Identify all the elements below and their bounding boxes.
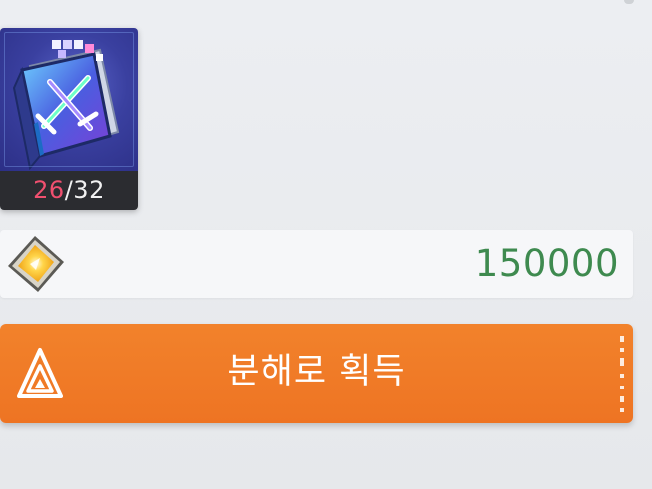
item-count-max: 32 xyxy=(73,176,105,204)
gold-crystal-icon xyxy=(2,232,68,298)
top-edge-marker xyxy=(624,0,634,4)
disassemble-button[interactable]: 분해로 획득 xyxy=(0,324,633,423)
reward-row: 150000 xyxy=(0,230,633,298)
item-count-separator: / xyxy=(64,176,74,204)
skill-book-icon xyxy=(0,28,138,171)
reward-amount: 150000 xyxy=(474,242,619,285)
disassemble-button-label: 분해로 획득 xyxy=(227,352,406,392)
button-edge-decoration xyxy=(620,336,624,412)
item-card[interactable]: 26/32 xyxy=(0,28,138,210)
item-count-current: 26 xyxy=(33,176,65,204)
item-count: 26/32 xyxy=(0,171,138,210)
